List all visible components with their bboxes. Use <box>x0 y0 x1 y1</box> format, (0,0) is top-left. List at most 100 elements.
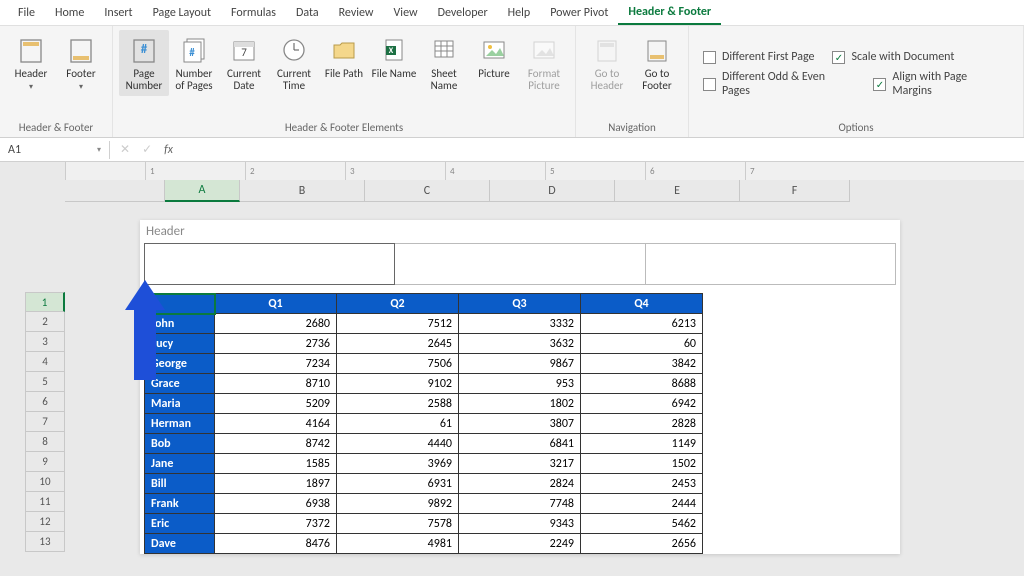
cell-q2[interactable]: 9892 <box>337 494 459 514</box>
cell-q3[interactable]: 3632 <box>459 334 581 354</box>
header-center[interactable] <box>395 243 645 285</box>
cell-name[interactable]: Dave <box>145 534 215 554</box>
cell-q2[interactable]: 4981 <box>337 534 459 554</box>
footer-button[interactable]: Footer ▾ <box>56 30 106 96</box>
cell-q3[interactable]: 953 <box>459 374 581 394</box>
fx-icon[interactable]: fx <box>164 143 173 157</box>
cell-name[interactable]: Herman <box>145 414 215 434</box>
cell-q4[interactable]: 8688 <box>581 374 703 394</box>
cell-q3[interactable]: 3217 <box>459 454 581 474</box>
menu-view[interactable]: View <box>384 2 428 24</box>
menu-review[interactable]: Review <box>329 2 384 24</box>
col-header-d[interactable]: D <box>490 180 615 202</box>
cell-q1[interactable]: 8710 <box>215 374 337 394</box>
cell-q4[interactable]: 6213 <box>581 314 703 334</box>
checkbox-diff-first-page[interactable]: Different First Page <box>703 50 814 64</box>
th-q4[interactable]: Q4 <box>581 294 703 314</box>
data-table[interactable]: Q1 Q2 Q3 Q4 John 2680 7512 3332 6213Lucy… <box>144 293 703 554</box>
cell-q4[interactable]: 2453 <box>581 474 703 494</box>
th-q1[interactable]: Q1 <box>215 294 337 314</box>
cell-q4[interactable]: 1149 <box>581 434 703 454</box>
cell-q4[interactable]: 2656 <box>581 534 703 554</box>
row-header[interactable]: 13 <box>25 532 65 552</box>
cell-q3[interactable]: 9867 <box>459 354 581 374</box>
checkbox-diff-odd-even[interactable]: Different Odd & Even Pages <box>703 70 855 98</box>
cell-q2[interactable]: 7512 <box>337 314 459 334</box>
menu-page-layout[interactable]: Page Layout <box>143 2 221 24</box>
number-of-pages-button[interactable]: # Number of Pages <box>169 30 219 96</box>
row-header[interactable]: 12 <box>25 512 65 532</box>
menu-developer[interactable]: Developer <box>428 2 498 24</box>
header-right[interactable] <box>646 243 896 285</box>
menu-file[interactable]: File <box>8 2 45 24</box>
cell-name[interactable]: Lucy <box>145 334 215 354</box>
menu-help[interactable]: Help <box>498 2 541 24</box>
col-header-e[interactable]: E <box>615 180 740 202</box>
cell-q3[interactable]: 1802 <box>459 394 581 414</box>
row-header[interactable]: 6 <box>25 392 65 412</box>
goto-footer-button[interactable]: Go to Footer <box>632 30 682 96</box>
row-header[interactable]: 8 <box>25 432 65 452</box>
cell-q2[interactable]: 9102 <box>337 374 459 394</box>
menu-data[interactable]: Data <box>286 2 329 24</box>
row-header[interactable]: 5 <box>25 372 65 392</box>
cell-q2[interactable]: 6931 <box>337 474 459 494</box>
checkbox-scale-with-document[interactable]: ✓Scale with Document <box>832 50 954 64</box>
cell-q4[interactable]: 3842 <box>581 354 703 374</box>
row-header[interactable]: 1 <box>25 292 65 312</box>
cell-q3[interactable]: 3807 <box>459 414 581 434</box>
cell-name[interactable]: Grace <box>145 374 215 394</box>
cell-q4[interactable]: 60 <box>581 334 703 354</box>
col-header-a[interactable]: A <box>165 180 240 202</box>
menu-insert[interactable]: Insert <box>94 2 142 24</box>
cell-q3[interactable]: 9343 <box>459 514 581 534</box>
cell-q2[interactable]: 61 <box>337 414 459 434</box>
col-header-b[interactable]: B <box>240 180 365 202</box>
row-header[interactable]: 9 <box>25 452 65 472</box>
picture-button[interactable]: Picture <box>469 30 519 84</box>
row-header[interactable]: 2 <box>25 312 65 332</box>
cell-name[interactable]: Bob <box>145 434 215 454</box>
col-header-f[interactable]: F <box>740 180 850 202</box>
cell-q2[interactable]: 2645 <box>337 334 459 354</box>
file-path-button[interactable]: File Path <box>319 30 369 84</box>
cell-q1[interactable]: 4164 <box>215 414 337 434</box>
cell-q1[interactable]: 1585 <box>215 454 337 474</box>
cell-name[interactable]: George <box>145 354 215 374</box>
row-header[interactable]: 10 <box>25 472 65 492</box>
menu-power-pivot[interactable]: Power Pivot <box>540 2 618 24</box>
col-header-c[interactable]: C <box>365 180 490 202</box>
row-header[interactable]: 3 <box>25 332 65 352</box>
cell-q3[interactable]: 2824 <box>459 474 581 494</box>
col-gutter[interactable] <box>65 180 165 202</box>
cell-a1[interactable] <box>145 294 215 314</box>
cell-name[interactable]: John <box>145 314 215 334</box>
menu-formulas[interactable]: Formulas <box>221 2 286 24</box>
cell-q4[interactable]: 2828 <box>581 414 703 434</box>
row-header[interactable]: 4 <box>25 352 65 372</box>
cell-q2[interactable]: 3969 <box>337 454 459 474</box>
th-q3[interactable]: Q3 <box>459 294 581 314</box>
row-header[interactable]: 7 <box>25 412 65 432</box>
cell-q2[interactable]: 4440 <box>337 434 459 454</box>
cell-q1[interactable]: 8742 <box>215 434 337 454</box>
cell-q2[interactable]: 7578 <box>337 514 459 534</box>
current-date-button[interactable]: 7 Current Date <box>219 30 269 96</box>
cell-q1[interactable]: 2736 <box>215 334 337 354</box>
cell-q1[interactable]: 8476 <box>215 534 337 554</box>
th-q2[interactable]: Q2 <box>337 294 459 314</box>
header-button[interactable]: Header ▾ <box>6 30 56 96</box>
current-time-button[interactable]: Current Time <box>269 30 319 96</box>
cell-name[interactable]: Jane <box>145 454 215 474</box>
cell-q2[interactable]: 2588 <box>337 394 459 414</box>
menu-home[interactable]: Home <box>45 2 94 24</box>
cell-name[interactable]: Frank <box>145 494 215 514</box>
cell-q3[interactable]: 3332 <box>459 314 581 334</box>
cell-q1[interactable]: 1897 <box>215 474 337 494</box>
file-name-button[interactable]: X File Name <box>369 30 419 84</box>
menu-header-footer[interactable]: Header & Footer <box>618 1 721 25</box>
cell-q4[interactable]: 1502 <box>581 454 703 474</box>
sheet-name-button[interactable]: Sheet Name <box>419 30 469 96</box>
cell-name[interactable]: Eric <box>145 514 215 534</box>
cell-q2[interactable]: 7506 <box>337 354 459 374</box>
